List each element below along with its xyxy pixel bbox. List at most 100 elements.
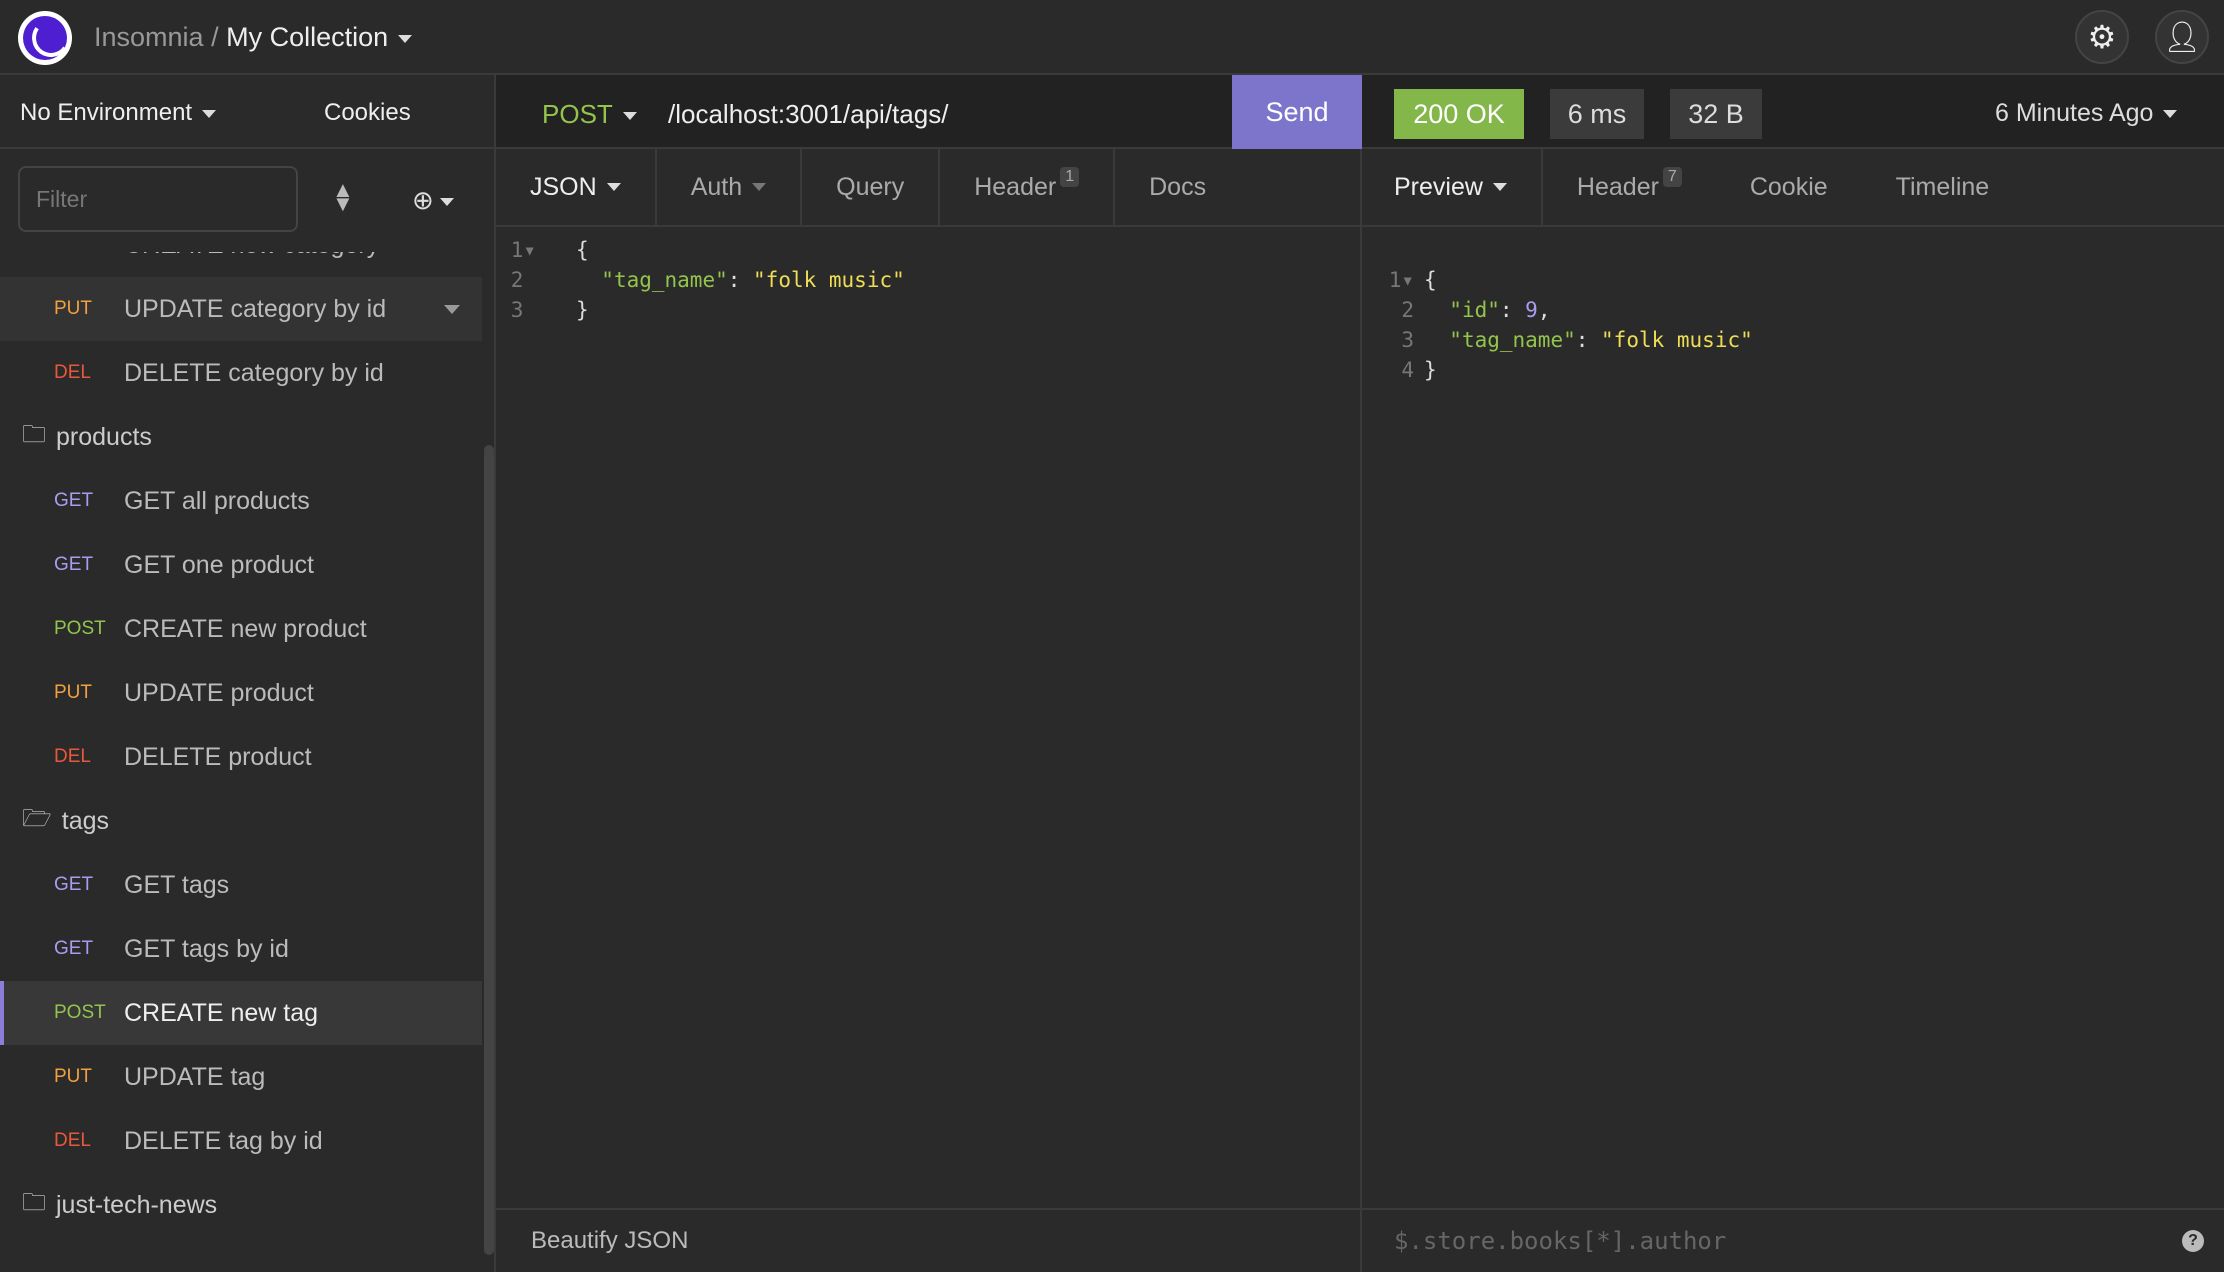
insomnia-logo[interactable] (18, 11, 72, 65)
history-dropdown[interactable]: 6 Minutes Ago (1995, 99, 2178, 128)
response-filter-input[interactable]: $.store.books[*].author (1362, 1208, 2224, 1272)
request-item[interactable]: POST CREATE new product (0, 597, 482, 661)
time-badge: 6 ms (1550, 89, 1644, 139)
code-line: } (576, 298, 589, 322)
line-number: 3 (1401, 328, 1414, 352)
method-badge: DEL (54, 746, 91, 767)
line-number: 2 (510, 268, 536, 292)
breadcrumb-separator: / (211, 22, 219, 52)
method-label: POST (542, 99, 613, 129)
request-label: GET tags by id (124, 934, 289, 963)
beautify-json-button[interactable]: Beautify JSON (496, 1208, 1360, 1272)
tab-response-header[interactable]: Header 7 (1543, 149, 1716, 225)
beautify-label: Beautify JSON (531, 1227, 689, 1254)
breadcrumb[interactable]: Insomnia / My Collection (94, 22, 413, 53)
folder-open-icon: 🗁︎ (22, 804, 52, 832)
request-item[interactable]: PUT UPDATE category by id (0, 277, 482, 341)
method-badge: PUT (54, 1066, 92, 1087)
request-label: CREATE new tag (124, 998, 319, 1027)
tab-docs[interactable]: Docs (1113, 149, 1240, 225)
chevron-down-icon (606, 183, 621, 191)
tab-timeline[interactable]: Timeline (1862, 149, 2024, 225)
request-item[interactable]: PUT UPDATE product (0, 661, 482, 725)
chevron-down-icon[interactable] (444, 304, 460, 314)
header-count-badge: 1 (1060, 167, 1080, 187)
size-badge: 32 B (1670, 89, 1762, 139)
tab-label: Header (1576, 172, 1659, 201)
tab-preview[interactable]: Preview (1362, 149, 1543, 225)
request-pane: POST /localhost:3001/api/tags/ Send JSON… (496, 75, 1362, 1272)
line-number: 1▾ (1388, 268, 1414, 292)
method-badge: DEL (54, 1130, 91, 1151)
request-item[interactable]: DEL DELETE product (0, 725, 482, 789)
method-badge: PUT (54, 682, 92, 703)
request-item[interactable]: PUT UPDATE tag (0, 1045, 482, 1109)
folder-icon: 🗀︎ (22, 1188, 46, 1216)
request-label: CREATE new category (124, 252, 379, 260)
collection-name[interactable]: My Collection (226, 22, 388, 52)
method-dropdown[interactable]: POST (542, 99, 637, 130)
request-item[interactable]: POST CREATE new tag (0, 981, 482, 1045)
request-body-editor[interactable]: 1▾ { 2 "tag_name": "folk music" 3 } (496, 235, 905, 325)
request-item[interactable]: POSTCREATE new category (0, 252, 482, 277)
response-status-bar: 200 OK 6 ms 32 B 6 Minutes Ago (1362, 75, 2224, 149)
tab-header[interactable]: Header 1 (938, 149, 1113, 225)
method-badge: GET (54, 554, 94, 575)
sidebar-scrollbar[interactable] (484, 445, 494, 1255)
top-bar: Insomnia / My Collection ⚙ 👤︎ (0, 0, 2224, 75)
sidebar: No Environment Cookies Filter ▲▼ ⊕ POSTC… (0, 75, 496, 1272)
request-item[interactable]: GET GET all products (0, 469, 482, 533)
request-item[interactable]: GET GET tags (0, 853, 482, 917)
help-icon[interactable]: ? (2182, 1230, 2204, 1252)
request-item[interactable]: DEL DELETE category by id (0, 341, 482, 405)
folder-label: just-tech-news (56, 1190, 218, 1219)
send-button[interactable]: Send (1232, 75, 1362, 149)
filter-input[interactable]: Filter (18, 166, 298, 232)
method-badge: GET (54, 490, 94, 511)
tab-body[interactable]: JSON (496, 149, 655, 225)
sort-icon[interactable]: ▲ ▼ (332, 179, 354, 215)
gear-icon[interactable]: ⚙ (2075, 10, 2129, 64)
folder-products[interactable]: 🗀︎ products (0, 405, 482, 469)
code-line: "tag_name": "folk music" (601, 268, 905, 292)
tab-label: Timeline (1895, 172, 1990, 201)
request-item[interactable]: GET GET tags by id (0, 917, 482, 981)
folder-tags[interactable]: 🗁︎ tags (0, 789, 482, 853)
chevron-down-icon (202, 109, 217, 118)
code-line: { (576, 238, 589, 262)
request-item[interactable]: DEL DELETE tag by id (0, 1109, 482, 1173)
chevron-down-icon (2163, 110, 2178, 119)
request-item[interactable]: GET GET one product (0, 533, 482, 597)
add-icon[interactable]: ⊕ (412, 185, 454, 216)
cookies-button[interactable]: Cookies (324, 99, 411, 127)
url-input[interactable]: /localhost:3001/api/tags/ (668, 99, 948, 130)
tab-cookie[interactable]: Cookie (1716, 149, 1862, 225)
url-bar: POST /localhost:3001/api/tags/ Send (496, 75, 1362, 149)
breadcrumb-app[interactable]: Insomnia (94, 22, 204, 52)
response-tabs: Preview Header 7 Cookie Timeline (1362, 149, 2224, 227)
environment-dropdown[interactable]: No Environment (20, 99, 217, 127)
folder-label: tags (61, 806, 110, 835)
request-label: CREATE new product (124, 614, 367, 643)
status-badge: 200 OK (1394, 89, 1524, 139)
request-label: UPDATE product (124, 678, 314, 707)
request-label: GET one product (124, 550, 314, 579)
chevron-down-icon (1492, 183, 1507, 191)
line-number: 3 (510, 298, 536, 322)
tab-label: Header (974, 172, 1057, 201)
tab-auth[interactable]: Auth (654, 149, 800, 225)
request-label: UPDATE tag (124, 1062, 266, 1091)
method-badge: GET (54, 874, 94, 895)
environment-label: No Environment (20, 99, 193, 126)
tab-label: Preview (1394, 172, 1483, 201)
account-icon[interactable]: 👤︎ (2155, 10, 2209, 64)
chevron-down-icon[interactable] (398, 34, 413, 43)
request-label: DELETE product (124, 742, 312, 771)
filter-placeholder: $.store.books[*].author (1394, 1227, 1727, 1255)
tab-label: Auth (690, 172, 743, 201)
folder-just-tech-news[interactable]: 🗀︎ just-tech-news (0, 1173, 482, 1237)
header-count-badge: 7 (1662, 167, 1682, 187)
request-label: DELETE tag by id (124, 1126, 323, 1155)
response-pane: 200 OK 6 ms 32 B 6 Minutes Ago Preview H… (1362, 75, 2224, 1272)
tab-query[interactable]: Query (800, 149, 938, 225)
